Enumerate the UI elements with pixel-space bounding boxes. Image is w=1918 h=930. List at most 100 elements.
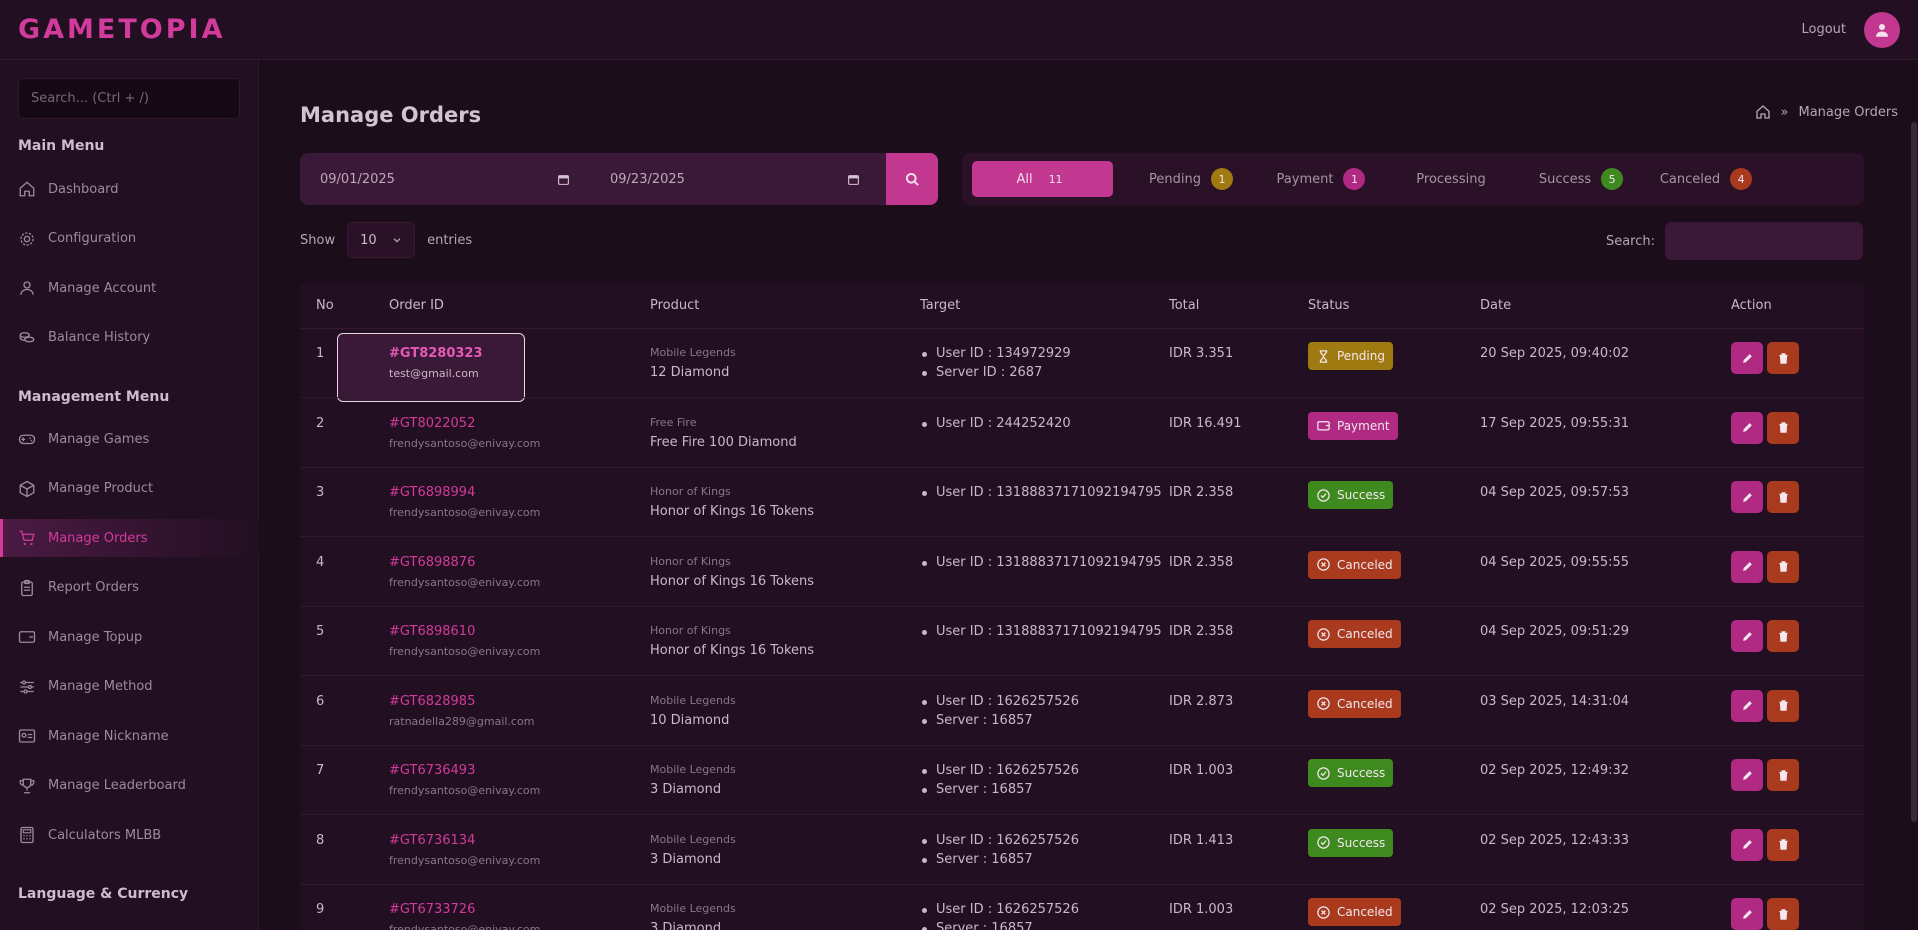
table-row: 6 #GT6828985 ratnadella289@gmail.com Mobile… bbox=[300, 677, 1864, 746]
order-total: IDR 2.358 bbox=[1169, 554, 1234, 570]
sidebar-search-input[interactable]: Search... (Ctrl + /) bbox=[18, 78, 240, 119]
calendar-icon[interactable] bbox=[557, 173, 570, 186]
order-id-link[interactable]: #GT6736493 bbox=[389, 763, 540, 778]
tab-canceled[interactable]: Canceled 4 bbox=[1641, 161, 1771, 197]
column-header-target[interactable]: Target bbox=[920, 298, 960, 313]
scrollbar-thumb[interactable] bbox=[1911, 122, 1917, 822]
page-title: Manage Orders bbox=[300, 103, 482, 127]
sidebar-item-balance-history[interactable]: Balance History bbox=[0, 319, 259, 357]
home-icon[interactable] bbox=[1755, 104, 1771, 120]
edit-button[interactable] bbox=[1731, 898, 1763, 930]
order-id-link[interactable]: #GT8022052 bbox=[389, 416, 540, 431]
edit-button[interactable] bbox=[1731, 550, 1763, 583]
order-total: IDR 2.358 bbox=[1169, 624, 1234, 639]
sidebar-item-manage-games[interactable]: Manage Games bbox=[0, 420, 259, 458]
trash-icon bbox=[1778, 422, 1788, 433]
edit-button[interactable] bbox=[1731, 481, 1763, 513]
delete-button[interactable] bbox=[1767, 550, 1799, 583]
edit-button[interactable] bbox=[1731, 342, 1763, 374]
app-logo[interactable]: GAMETOPIA bbox=[18, 14, 225, 45]
order-id-link[interactable]: #GT6733726 bbox=[389, 902, 540, 917]
status-cell: Canceled bbox=[1308, 689, 1401, 718]
sidebar-item-manage-orders[interactable]: Manage Orders bbox=[0, 519, 259, 557]
target-item: Server : 16857 bbox=[920, 713, 1079, 728]
sidebar-item-manage-product[interactable]: Manage Product bbox=[0, 470, 259, 508]
delete-button[interactable] bbox=[1767, 620, 1799, 652]
order-id-link[interactable]: #GT6828985 bbox=[389, 694, 534, 709]
column-header-order-id[interactable]: Order ID bbox=[389, 298, 444, 313]
order-id-cell: #GT6736134 frendysantoso@enivay.com bbox=[389, 833, 540, 867]
delete-button[interactable] bbox=[1767, 689, 1799, 722]
tab-all[interactable]: All 11 bbox=[972, 161, 1113, 197]
sidebar-item-manage-topup[interactable]: Manage Topup bbox=[0, 618, 259, 656]
edit-button[interactable] bbox=[1731, 411, 1763, 444]
sidebar-item-configuration[interactable]: Configuration bbox=[0, 220, 259, 258]
table-row: 1 #GT8280323 test@gmail.com Mobile Legends 1… bbox=[300, 329, 1864, 398]
sidebar-item-dashboard[interactable]: Dashboard bbox=[0, 170, 259, 208]
sidebar-item-calculators-mlbb[interactable]: Calculators MLBB bbox=[0, 816, 259, 854]
order-email: frendysantoso@enivay.com bbox=[389, 645, 541, 658]
tab-success[interactable]: Success 5 bbox=[1521, 161, 1641, 197]
edit-button[interactable] bbox=[1731, 689, 1763, 722]
order-id-link[interactable]: #GT6898876 bbox=[389, 555, 540, 570]
action-cell bbox=[1731, 481, 1799, 513]
column-header-total[interactable]: Total bbox=[1169, 298, 1199, 313]
column-header-status[interactable]: Status bbox=[1308, 298, 1349, 313]
show-label: Show bbox=[300, 232, 336, 248]
column-header-product[interactable]: Product bbox=[650, 298, 699, 313]
target-cell: User ID : 134972929 Server ID : 2687 bbox=[920, 346, 1071, 384]
filter-search-button[interactable] bbox=[886, 153, 938, 205]
product-cell: Mobile Legends 12 Diamond bbox=[650, 346, 736, 380]
tab-processing[interactable]: Processing bbox=[1381, 161, 1521, 197]
wallet-icon bbox=[18, 631, 36, 643]
order-id-link[interactable]: #GT6736134 bbox=[389, 833, 540, 848]
column-header-no[interactable]: No bbox=[316, 298, 334, 313]
delete-button[interactable] bbox=[1767, 342, 1799, 374]
tab-payment[interactable]: Payment 1 bbox=[1261, 161, 1381, 197]
sidebar-item-manage-leaderboard[interactable]: Manage Leaderboard bbox=[0, 767, 259, 805]
date-to-value: 09/23/2025 bbox=[610, 171, 685, 187]
sidebar-item-report-orders[interactable]: Report Orders bbox=[0, 569, 259, 607]
delete-button[interactable] bbox=[1767, 759, 1799, 791]
avatar[interactable] bbox=[1864, 11, 1900, 48]
date-from-input[interactable]: 09/01/2025 bbox=[300, 153, 590, 205]
tab-pending[interactable]: Pending 1 bbox=[1121, 161, 1261, 197]
status-badge: Success bbox=[1308, 828, 1394, 857]
sidebar-item-manage-nickname[interactable]: Manage Nickname bbox=[0, 717, 259, 755]
tab-label: Payment bbox=[1276, 171, 1334, 187]
date-to-input[interactable]: 09/23/2025 bbox=[590, 153, 880, 205]
status-label: Canceled bbox=[1337, 627, 1393, 641]
product-name: Honor of Kings 16 Tokens bbox=[650, 643, 815, 658]
edit-button[interactable] bbox=[1731, 828, 1763, 861]
status-cell: Success bbox=[1308, 481, 1394, 509]
status-badge: Success bbox=[1308, 481, 1394, 509]
table-search-input[interactable] bbox=[1665, 222, 1863, 260]
delete-button[interactable] bbox=[1767, 828, 1799, 861]
order-id-link[interactable]: #GT6898610 bbox=[389, 624, 540, 639]
delete-button[interactable] bbox=[1767, 481, 1799, 513]
order-id-link[interactable]: #GT8280323 bbox=[389, 346, 483, 361]
logout-link[interactable]: Logout bbox=[1801, 22, 1846, 37]
hourglass-icon bbox=[1319, 349, 1328, 363]
edit-button[interactable] bbox=[1731, 620, 1763, 652]
status-label: Success bbox=[1337, 488, 1386, 502]
product-cell: Free Fire Free Fire 100 Diamond bbox=[650, 416, 797, 450]
tab-count-badge: 1 bbox=[1210, 168, 1233, 190]
status-label: Success bbox=[1337, 835, 1386, 850]
entries-select[interactable]: 10 bbox=[347, 222, 416, 258]
order-id-link[interactable]: #GT6898994 bbox=[389, 485, 540, 500]
column-header-date[interactable]: Date bbox=[1480, 298, 1511, 313]
delete-button[interactable] bbox=[1767, 898, 1799, 930]
sidebar-item-manage-account[interactable]: Manage Account bbox=[0, 269, 259, 307]
scrollbar[interactable] bbox=[1910, 60, 1918, 930]
order-date: 04 Sep 2025, 09:51:29 bbox=[1480, 624, 1630, 639]
check-circle-icon bbox=[1317, 488, 1330, 502]
product-name: Honor of Kings 16 Tokens bbox=[650, 573, 815, 589]
calendar-icon[interactable] bbox=[847, 173, 860, 186]
column-header-action[interactable]: Action bbox=[1731, 298, 1772, 313]
delete-button[interactable] bbox=[1767, 411, 1799, 444]
product-name: 10 Diamond bbox=[650, 712, 730, 728]
sidebar-item-manage-method[interactable]: Manage Method bbox=[0, 668, 259, 706]
order-date: 02 Sep 2025, 12:03:25 bbox=[1480, 902, 1630, 917]
edit-button[interactable] bbox=[1731, 759, 1763, 791]
